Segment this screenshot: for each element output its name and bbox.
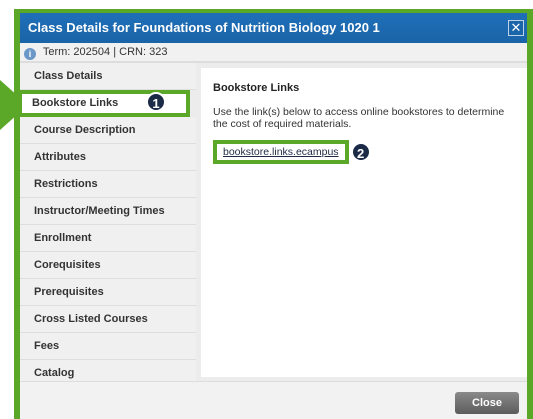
nav-item-restrictions[interactable]: Restrictions xyxy=(20,171,196,198)
bookstore-links-panel: Bookstore Links Use the link(s) below to… xyxy=(201,68,527,377)
panel-description: Use the link(s) below to access online b… xyxy=(213,106,505,130)
dialog-titlebar: Class Details for Foundations of Nutriti… xyxy=(20,13,527,43)
nav-item-corequisites[interactable]: Corequisites xyxy=(20,252,196,279)
dialog-title: Class Details for Foundations of Nutriti… xyxy=(28,20,380,35)
nav-item-prerequisites[interactable]: Prerequisites xyxy=(20,279,196,306)
details-nav: Class Details Bookstore Links 1 Course D… xyxy=(18,63,196,387)
bookstore-link[interactable]: bookstore.links.ecampus xyxy=(213,140,349,164)
nav-item-label: Bookstore Links xyxy=(32,97,119,109)
link-wrapper: bookstore.links.ecampus 2 xyxy=(213,140,371,164)
crn-label: CRN: xyxy=(119,46,147,58)
callout-badge-1: 1 xyxy=(146,92,166,112)
nav-item-fees[interactable]: Fees xyxy=(20,333,196,360)
term-bar: i Term: 202504 | CRN: 323 xyxy=(20,43,527,62)
nav-item-attributes[interactable]: Attributes xyxy=(20,144,196,171)
nav-item-course-description[interactable]: Course Description xyxy=(20,117,196,144)
nav-item-enrollment[interactable]: Enrollment xyxy=(20,225,196,252)
panel-heading: Bookstore Links xyxy=(213,82,300,94)
nav-item-class-details[interactable]: Class Details xyxy=(20,63,196,90)
crn-value: 323 xyxy=(149,46,168,58)
nav-item-instructor-meeting-times[interactable]: Instructor/Meeting Times xyxy=(20,198,196,225)
dialog-content: Class Details Bookstore Links 1 Course D… xyxy=(18,62,527,387)
close-icon[interactable]: ✕ xyxy=(508,20,524,36)
term-label: Term: xyxy=(42,46,71,58)
term-separator: | xyxy=(113,46,117,58)
close-button[interactable]: Close xyxy=(455,392,519,414)
class-details-dialog: Class Details for Foundations of Nutriti… xyxy=(14,9,533,419)
term-value: 202504 xyxy=(73,46,111,58)
info-icon: i xyxy=(24,48,36,60)
callout-badge-2: 2 xyxy=(350,142,371,162)
nav-item-cross-listed-courses[interactable]: Cross Listed Courses xyxy=(20,306,196,333)
nav-item-bookstore-links[interactable]: Bookstore Links 1 xyxy=(18,90,190,117)
dialog-footer: Close xyxy=(20,381,527,419)
